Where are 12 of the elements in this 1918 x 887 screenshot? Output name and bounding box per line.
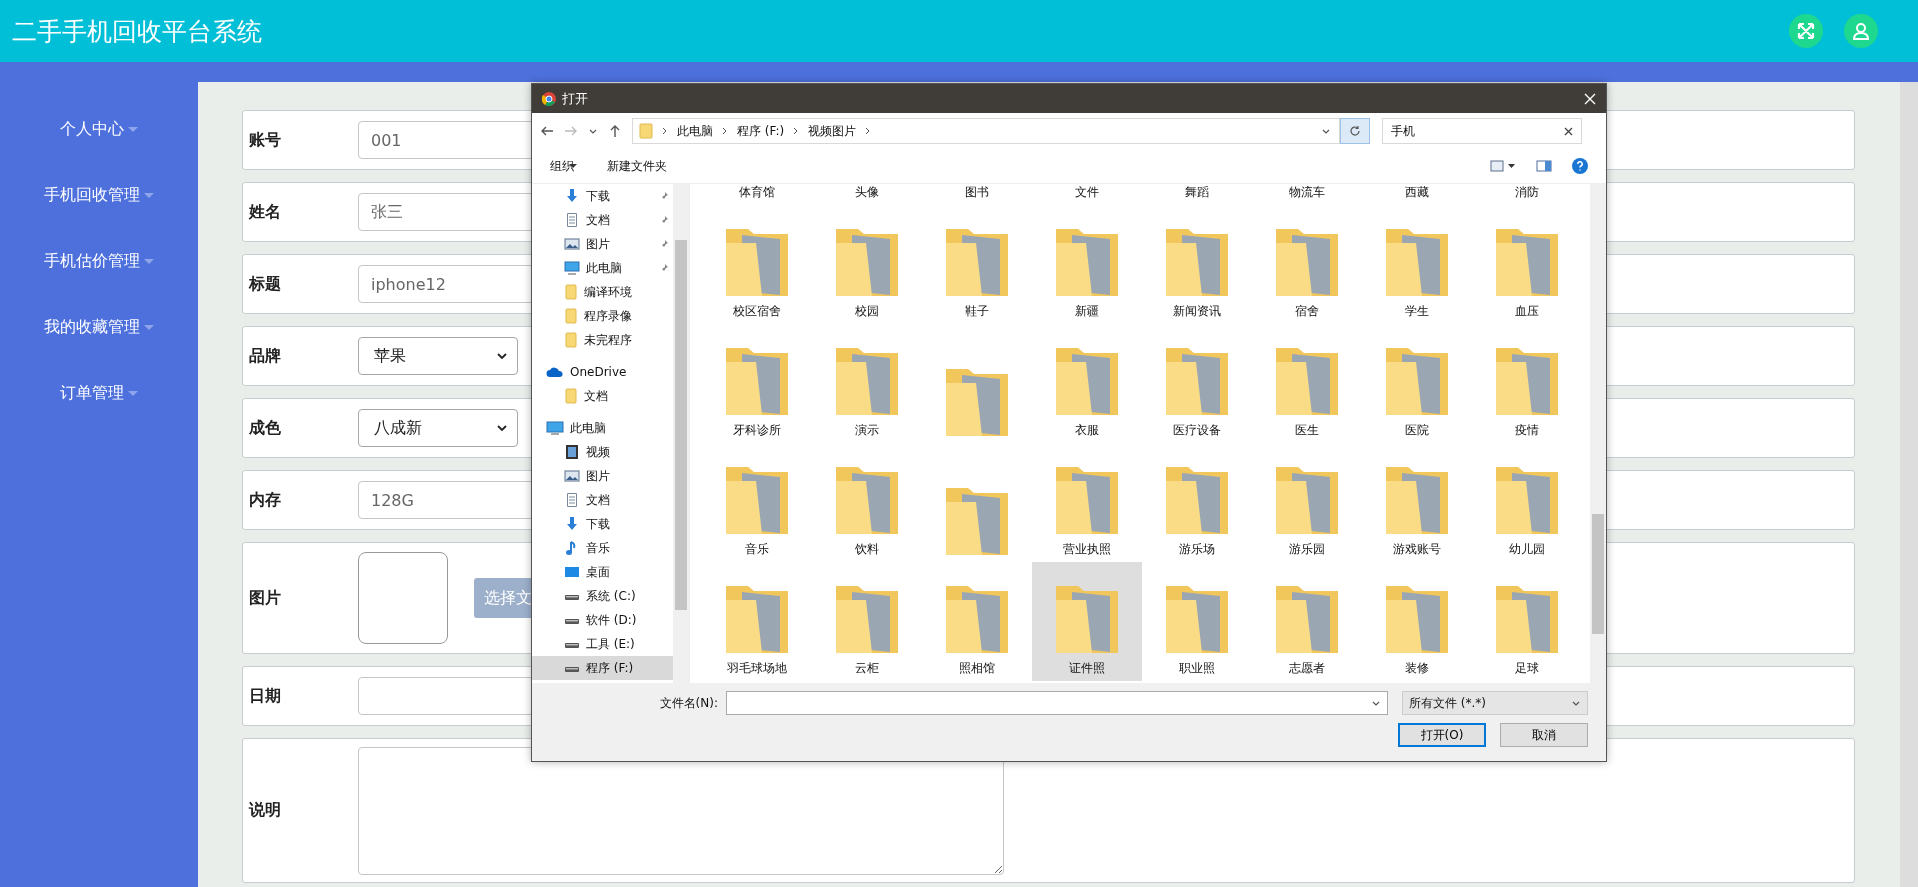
field-label: 品牌: [248, 345, 282, 367]
field-label: 姓名: [247, 201, 282, 223]
field-label: 标题: [247, 273, 282, 295]
field-label: 内存: [248, 489, 282, 511]
field-label: 成色: [248, 417, 282, 439]
filename-label: 文件名(N):: [659, 694, 718, 712]
field-label: 图片: [248, 587, 282, 609]
field-label: 账号: [248, 129, 282, 151]
field-label: 日期: [248, 685, 282, 707]
field-label: 说明: [247, 800, 282, 821]
app-title: 二手手机回收平台系统: [12, 15, 262, 48]
dialog-title: 打开: [562, 89, 588, 108]
